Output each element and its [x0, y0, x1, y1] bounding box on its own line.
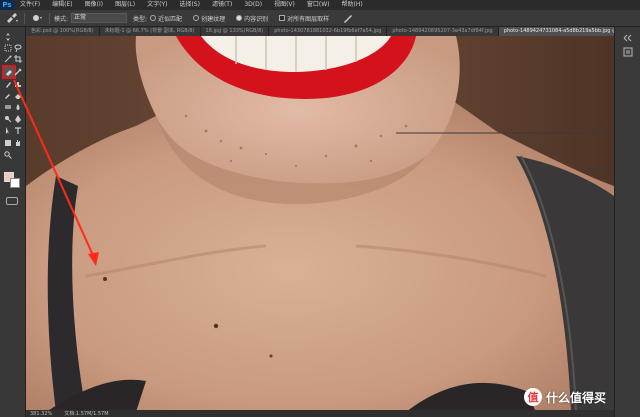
- tool-rectangle[interactable]: [3, 138, 13, 148]
- brush-size-icon: [33, 15, 42, 21]
- status-bar: 381.32% 文档:1.57M/1.57M: [26, 410, 614, 417]
- path-select-icon: [6, 127, 10, 135]
- type-label: 类型:: [133, 15, 148, 23]
- zoom-icon: [4, 151, 12, 159]
- magic-wand-icon: [4, 55, 12, 63]
- tool-brush[interactable]: [3, 80, 13, 90]
- tool-lasso[interactable]: [13, 43, 23, 53]
- menu-bar: Ps 文件(F) 编辑(E) 图像(I) 图层(L) 文字(Y) 选择(S) 滤…: [0, 0, 640, 10]
- history-icon: [623, 47, 633, 57]
- tool-marquee[interactable]: [3, 43, 13, 53]
- right-panel-dock: [614, 27, 640, 417]
- tool-move[interactable]: [3, 32, 13, 42]
- tab-document-1[interactable]: 色彩.psd @ 100%(RGB/8): [26, 27, 100, 36]
- checkbox-sample-all-layers[interactable]: 对所有图层取样: [279, 14, 332, 23]
- clone-stamp-icon: [15, 82, 21, 87]
- options-bar: 模式: 正常 类型: 近似匹配 创建纹理 内容识别 对所有图层取样: [0, 10, 640, 27]
- tab-document-2[interactable]: 未标题-1 @ 66.7% (背景 副本, RGB/8): [99, 27, 201, 36]
- panel-toggle-button[interactable]: [623, 33, 633, 43]
- menu-select[interactable]: 选择(S): [173, 0, 206, 10]
- lasso-icon: [14, 44, 22, 52]
- radio-label: 近似匹配: [158, 15, 183, 23]
- separator: [49, 12, 50, 24]
- zoom-readout[interactable]: 381.32%: [30, 411, 52, 417]
- mode-label: 模式:: [54, 15, 69, 23]
- radio-circle: [193, 15, 200, 21]
- tool-pen[interactable]: [13, 114, 23, 124]
- tool-gradient[interactable]: [3, 102, 13, 112]
- radio-content-aware[interactable]: 内容识别: [236, 14, 271, 23]
- brush-size-picker[interactable]: [29, 12, 45, 24]
- eraser-icon: [15, 94, 21, 99]
- hand-icon: [16, 140, 20, 146]
- tool-type[interactable]: [13, 126, 23, 136]
- tab-document-3[interactable]: 18.jpg @ 133%(RGB/8): [200, 27, 270, 36]
- tool-blur[interactable]: [13, 102, 23, 112]
- rectangle-icon: [5, 140, 11, 146]
- radio-label: 内容识别: [244, 15, 269, 23]
- tool-path-select[interactable]: [3, 126, 13, 136]
- photoshop-logo: Ps: [0, 0, 14, 10]
- spot-healing-brush-icon: [6, 70, 12, 76]
- menu-window[interactable]: 窗口(W): [301, 0, 336, 10]
- menu-3d[interactable]: 3D(D): [238, 0, 268, 10]
- tool-preset-picker[interactable]: [4, 12, 20, 24]
- tool-history-brush[interactable]: [3, 91, 13, 101]
- history-panel-button[interactable]: [623, 47, 633, 57]
- document-canvas[interactable]: 值 什么值得买: [26, 36, 614, 412]
- watermark-text: 什么值得买: [545, 390, 606, 405]
- dodge-icon: [5, 116, 12, 123]
- pressure-pen-icon: [344, 15, 353, 23]
- menu-image[interactable]: 图像(I): [79, 0, 109, 10]
- tool-hand[interactable]: [13, 138, 23, 148]
- radio-label: 创建纹理: [201, 15, 226, 23]
- menu-layer[interactable]: 图层(L): [109, 0, 141, 10]
- gradient-icon: [5, 105, 11, 109]
- move-icon: [6, 33, 10, 41]
- pressure-button[interactable]: [340, 12, 356, 24]
- tool-crop[interactable]: [13, 54, 23, 64]
- radio-create-texture[interactable]: 创建纹理: [193, 14, 228, 23]
- tool-magic-wand[interactable]: [3, 54, 13, 64]
- tab-document-5[interactable]: photo-1489420895207-3e43a7df84f.jpg: [387, 27, 499, 36]
- checkbox-label: 对所有图层取样: [287, 15, 330, 23]
- mode-select[interactable]: 正常: [71, 13, 128, 23]
- document-tabs: 色彩.psd @ 100%(RGB/8) 未标题-1 @ 66.7% (背景 副…: [26, 27, 614, 36]
- menu-help[interactable]: 帮助(H): [336, 0, 369, 10]
- tool-eraser[interactable]: [13, 91, 23, 101]
- menu-edit[interactable]: 编辑(E): [46, 0, 78, 10]
- watermark: 值 什么值得买: [523, 388, 606, 406]
- photo-image: [26, 36, 614, 412]
- checkbox-box: [279, 15, 286, 21]
- menu-filter[interactable]: 滤镜(T): [206, 0, 238, 10]
- menu-file[interactable]: 文件(F): [14, 0, 46, 10]
- radio-circle: [236, 15, 243, 21]
- watermark-badge: 值: [523, 388, 542, 406]
- background-color-swatch[interactable]: [10, 178, 20, 188]
- tab-document-4[interactable]: photo-1430781881032-6b19fb6ef7a54.jpg: [269, 27, 388, 36]
- tool-zoom[interactable]: [3, 150, 13, 160]
- type-icon: [15, 127, 21, 134]
- eyedropper-icon: [14, 68, 22, 76]
- radio-circle: [150, 15, 157, 21]
- blur-icon: [16, 104, 20, 110]
- separator: [24, 12, 25, 24]
- pen-icon: [15, 115, 21, 123]
- double-arrow-icon: [623, 34, 632, 42]
- quick-mask-button[interactable]: [6, 197, 18, 205]
- tab-document-active[interactable]: photo-1489424731084-a5d8b219a5bb.jpg @ 3…: [498, 27, 614, 36]
- tools-panel: [0, 27, 26, 417]
- tool-eyedropper[interactable]: [13, 67, 23, 77]
- tool-dodge[interactable]: [3, 114, 13, 124]
- document-size: 文档:1.57M/1.57M: [64, 411, 109, 417]
- menu-type[interactable]: 文字(Y): [141, 0, 173, 10]
- history-brush-icon: [5, 94, 10, 99]
- brush-icon: [6, 82, 11, 88]
- crop-icon: [14, 55, 22, 63]
- spot-healing-brush-icon: [7, 13, 18, 23]
- marquee-icon: [4, 44, 12, 52]
- menu-view[interactable]: 视图(V): [268, 0, 301, 10]
- tool-clone-stamp[interactable]: [13, 80, 23, 90]
- radio-proximity-match[interactable]: 近似匹配: [150, 14, 185, 23]
